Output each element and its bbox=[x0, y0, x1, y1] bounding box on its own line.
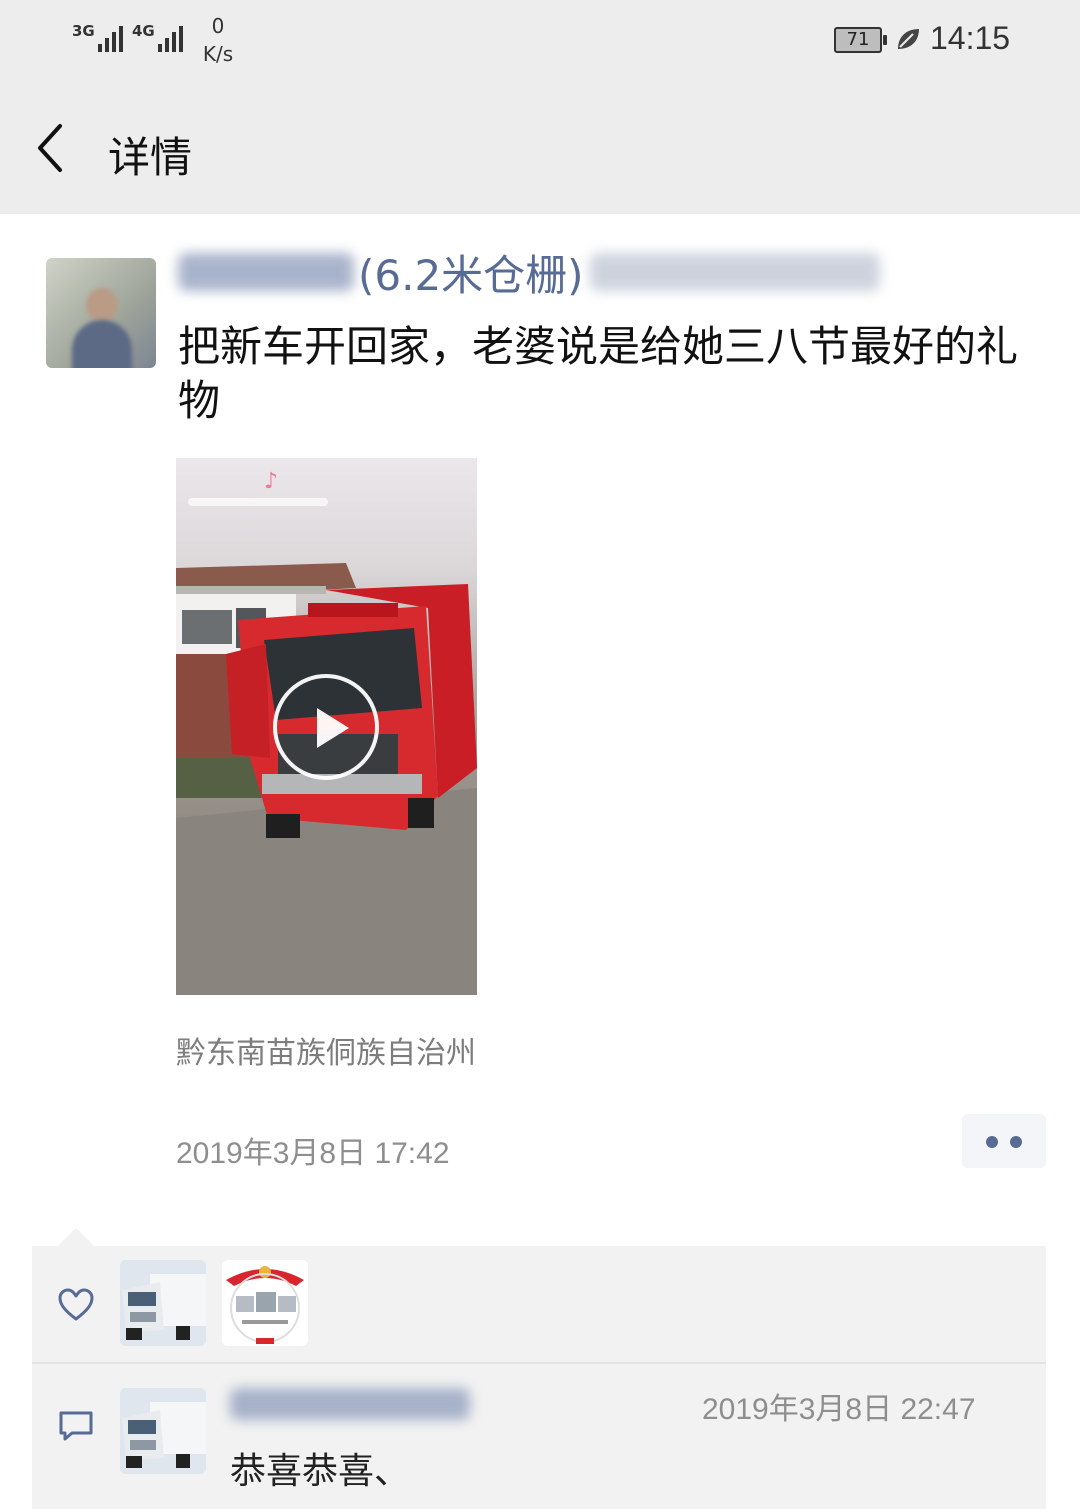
author-avatar[interactable] bbox=[46, 258, 156, 368]
speed-value: 0 bbox=[211, 14, 225, 38]
truck-avatar-image bbox=[120, 1260, 206, 1346]
author-name-visible: (6.2米仓栅) bbox=[358, 250, 584, 300]
status-bar: 3G 4G 0 K/s 71 14:15 bbox=[0, 0, 1080, 88]
comment-timestamp: 2019年3月8日 22:47 bbox=[702, 1393, 976, 1426]
comment-icon bbox=[59, 1411, 93, 1441]
post-timestamp: 2019年3月8日 17:42 bbox=[176, 1137, 450, 1170]
like-avatar-truck[interactable] bbox=[120, 1260, 206, 1346]
commenter-name[interactable] bbox=[230, 1384, 470, 1424]
commenter-avatar[interactable] bbox=[120, 1388, 206, 1474]
back-button[interactable] bbox=[28, 118, 78, 178]
clock: 14:15 bbox=[930, 20, 1011, 56]
logo-avatar-image bbox=[222, 1260, 308, 1346]
author-name-blurred-prefix bbox=[178, 253, 354, 291]
post-text: 把新车开回家，老婆说是给她三八节最好的礼物 bbox=[178, 322, 1019, 425]
truck-avatar-image bbox=[120, 1388, 206, 1474]
page-title: 详情 bbox=[108, 133, 193, 182]
panel-pointer bbox=[58, 1228, 94, 1246]
comments-section: 2019年3月8日 22:47 恭喜恭喜、 bbox=[32, 1364, 1046, 1509]
video-thumbnail[interactable]: ♪ bbox=[176, 458, 477, 995]
battery-icon: 71 bbox=[834, 27, 887, 53]
location-link[interactable]: 黔东南苗族侗族自治州 bbox=[176, 1028, 476, 1072]
speed-unit: K/s bbox=[202, 42, 234, 66]
signal-3g-icon: 3G bbox=[72, 22, 123, 52]
network-type-2: 4G bbox=[132, 22, 155, 40]
commenter-name-blurred bbox=[230, 1388, 470, 1420]
likes-section bbox=[32, 1246, 1046, 1362]
network-speed: 0 K/s bbox=[198, 12, 238, 68]
author-name-blurred-suffix bbox=[589, 253, 880, 291]
more-dots-icon[interactable] bbox=[962, 1114, 1046, 1168]
comment-text: 恭喜恭喜、 bbox=[230, 1451, 411, 1492]
play-icon[interactable] bbox=[273, 674, 379, 780]
like-avatar-logo[interactable] bbox=[222, 1260, 308, 1346]
chevron-left-icon bbox=[38, 124, 62, 172]
nav-bar: 详情 bbox=[0, 88, 1080, 214]
network-type-1: 3G bbox=[72, 22, 95, 40]
heart-icon bbox=[58, 1288, 94, 1321]
leaf-icon bbox=[898, 29, 919, 49]
author-name[interactable]: (6.2米仓栅) bbox=[178, 246, 880, 300]
signal-4g-icon: 4G bbox=[132, 22, 183, 52]
svg-text:♪: ♪ bbox=[264, 469, 278, 494]
